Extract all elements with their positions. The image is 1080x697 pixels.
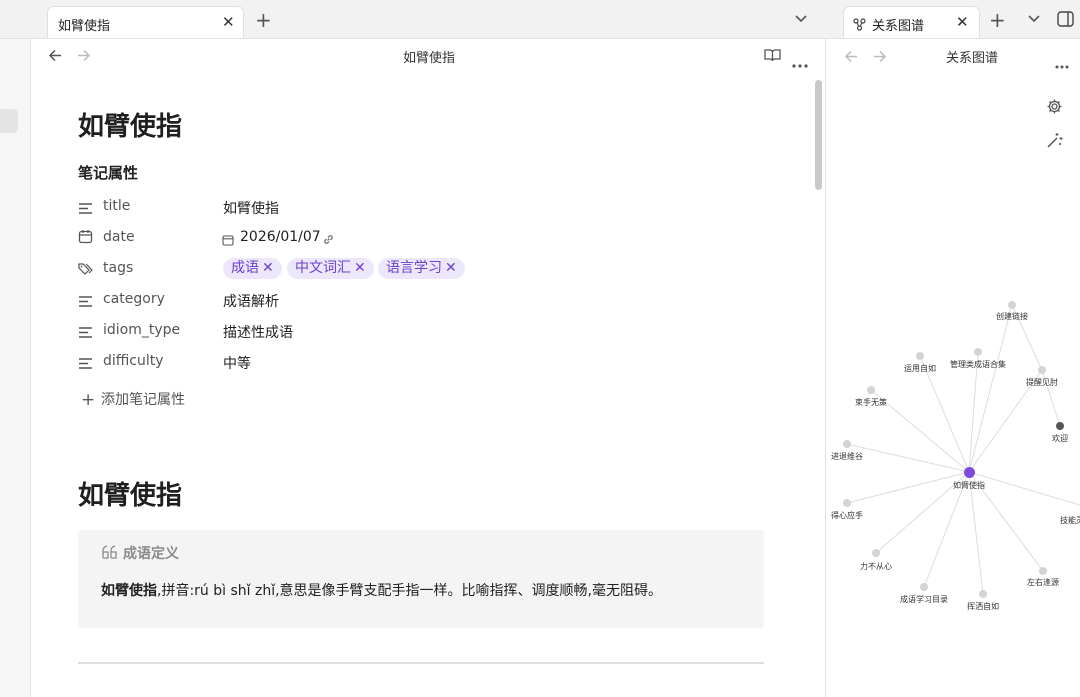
tag-label: 语言学习	[386, 260, 442, 276]
horizontal-rule	[78, 662, 764, 664]
text-lines-icon	[78, 200, 93, 219]
forward-arrow-icon[interactable]	[76, 48, 91, 67]
callout-term: 如臂使指	[101, 583, 157, 599]
graph-node-label: 成语学习目录	[900, 595, 948, 604]
property-value[interactable]: 如臂使指	[223, 198, 279, 218]
back-arrow-icon[interactable]	[48, 48, 63, 67]
tag-pill[interactable]: 成语 ✕	[223, 258, 282, 279]
properties-heading: 笔记属性	[78, 164, 139, 182]
property-name: difficulty	[103, 353, 164, 369]
text-lines-icon	[78, 324, 93, 343]
close-icon[interactable]: ✕	[222, 13, 235, 31]
remove-tag-icon[interactable]: ✕	[262, 260, 274, 276]
remove-tag-icon[interactable]: ✕	[445, 260, 457, 276]
graph-node[interactable]	[1038, 366, 1046, 374]
text-lines-icon	[78, 355, 93, 374]
add-property-label: 添加笔记属性	[101, 392, 185, 408]
graph-node[interactable]	[1008, 301, 1016, 309]
graph-node-label: 创建链接	[996, 312, 1028, 321]
scrollbar-thumb[interactable]	[815, 80, 822, 190]
graph-node-label: 管理类成语合集	[950, 360, 1006, 369]
more-options-icon[interactable]	[792, 53, 808, 72]
sidebar-selected-item[interactable]	[0, 109, 18, 133]
graph-node-label: 得心应手	[831, 511, 863, 520]
left-sidebar-strip	[0, 39, 31, 697]
callout-box: 成语定义 如臂使指,拼音:rú bì shǐ zhǐ,意思是像手臂支配手指一样。…	[78, 530, 764, 628]
graph-node[interactable]	[843, 440, 851, 448]
graph-center-node[interactable]	[964, 467, 975, 478]
quote-icon	[102, 544, 118, 563]
graph-node-highlighted[interactable]	[1056, 422, 1064, 430]
graph-node[interactable]	[843, 499, 851, 507]
section-heading: 如臂使指	[78, 481, 183, 511]
callout-title: 成语定义	[123, 546, 179, 562]
tag-label: 中文词汇	[295, 260, 351, 276]
date-value[interactable]: 2026/01/07	[240, 229, 321, 245]
link-icon[interactable]	[322, 231, 335, 250]
graph-node[interactable]	[872, 549, 880, 557]
graph-node[interactable]	[979, 590, 987, 598]
property-name: title	[103, 198, 131, 214]
calendar-icon	[78, 229, 93, 248]
graph-node-label: 提醒见肘	[1026, 378, 1058, 387]
property-name: tags	[103, 260, 134, 276]
small-calendar-icon	[222, 231, 234, 250]
new-tab-icon[interactable]: +	[255, 10, 272, 30]
graph-node[interactable]	[916, 352, 924, 360]
graph-node-label: 挥洒自如	[967, 602, 999, 611]
note-nav-title: 如臂使指	[403, 51, 456, 66]
reading-view-icon[interactable]	[764, 48, 781, 67]
graph-node-label: 运用自如	[904, 364, 936, 373]
graph-canvas[interactable]: 创建链接 运用自如 管理类成语合集 提醒见肘 束手无策 欢迎 进退维谷 得心应手…	[826, 0, 1080, 697]
graph-node-label: 力不从心	[860, 562, 892, 571]
plus-icon: +	[81, 390, 96, 410]
tag-pill[interactable]: 语言学习 ✕	[378, 258, 465, 279]
property-value[interactable]: 描述性成语	[223, 322, 293, 342]
chevron-down-icon[interactable]	[794, 12, 808, 29]
property-value[interactable]: 中等	[223, 353, 251, 373]
tags-icon	[78, 261, 94, 280]
property-value[interactable]: 成语解析	[223, 291, 279, 311]
remove-tag-icon[interactable]: ✕	[354, 260, 366, 276]
graph-node-label: 技能灵	[1060, 516, 1080, 525]
tab-note[interactable]: 如臂使指 ✕	[47, 6, 244, 38]
property-name: category	[103, 291, 165, 307]
property-name: date	[103, 229, 135, 245]
property-name: idiom_type	[103, 322, 181, 338]
graph-node[interactable]	[1039, 567, 1047, 575]
tab-note-label: 如臂使指	[58, 19, 111, 34]
graph-node-label: 欢迎	[1052, 434, 1068, 443]
graph-node[interactable]	[867, 386, 875, 394]
callout-body: 如臂使指,拼音:rú bì shǐ zhǐ,意思是像手臂支配手指一样。比喻指挥、…	[101, 580, 751, 600]
graph-node-label: 左右逢源	[1027, 578, 1059, 587]
callout-definition: ,拼音:rú bì shǐ zhǐ,意思是像手臂支配手指一样。比喻指挥、调度顺畅…	[157, 583, 662, 599]
graph-center-label: 如臂使指	[953, 481, 985, 490]
text-lines-icon	[78, 293, 93, 312]
graph-node[interactable]	[920, 583, 928, 591]
tag-label: 成语	[231, 260, 259, 276]
note-title: 如臂使指	[78, 112, 183, 142]
tag-pill[interactable]: 中文词汇 ✕	[287, 258, 374, 279]
graph-node[interactable]	[974, 348, 982, 356]
graph-node-label: 束手无策	[855, 398, 887, 407]
graph-edges	[846, 304, 1080, 595]
graph-node-label: 进退维谷	[831, 452, 863, 461]
